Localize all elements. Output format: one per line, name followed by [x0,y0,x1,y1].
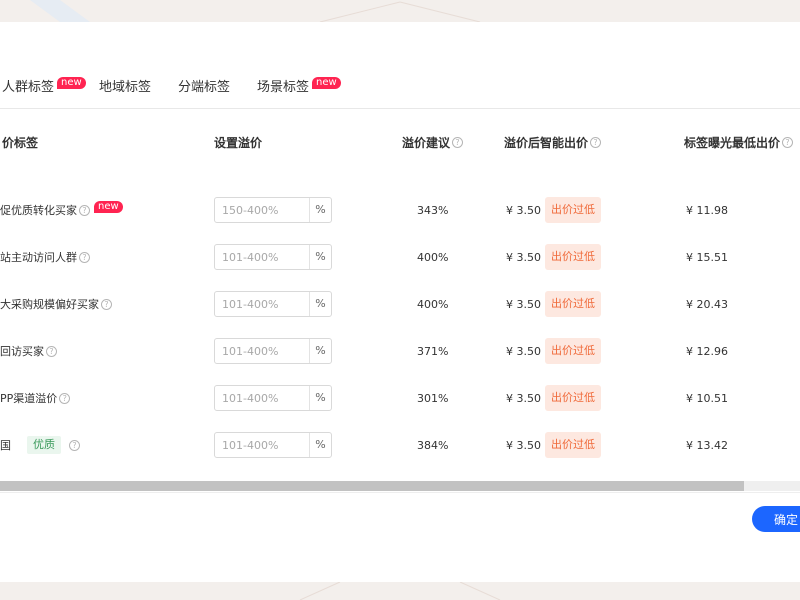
table-row: 回访买家?% 371% ¥ 3.50 出价过低 ¥ 12.96 [0,337,800,384]
tab-scene[interactable]: 场景标签 new [257,77,341,98]
header-tag-label: 价标签 [2,136,39,150]
premium-input-group: % [214,197,332,223]
smart-bid-value: ¥ 3.50 [506,250,541,264]
tag-name: 回访买家 [0,345,44,358]
header-premium: 设置溢价 [214,134,262,151]
percent-suffix: % [309,198,331,222]
percent-suffix: % [309,433,331,457]
tab-divider [0,108,800,109]
help-icon[interactable]: ? [782,137,794,148]
header-smart-bid-label: 溢价后智能出价 [504,136,589,150]
header-premium-label: 设置溢价 [214,136,263,150]
premium-input[interactable] [215,198,309,222]
suggest-value: 400% [417,250,449,264]
premium-input[interactable] [215,386,309,410]
table-row: 大采购规模偏好买家?% 400% ¥ 3.50 出价过低 ¥ 20.43 [0,290,800,337]
bid-too-low-badge: 出价过低 [545,291,601,317]
tag-cell: 回访买家? [0,337,57,365]
header-suggest: 溢价建议 ? [402,134,464,151]
tag-name: 大采购规模偏好买家 [0,298,99,311]
help-icon[interactable]: ? [79,251,90,263]
premium-input-group: % [214,291,332,317]
new-badge: new [94,201,123,213]
suggest-value: 301% [417,391,449,405]
bid-too-low-badge: 出价过低 [545,338,601,364]
min-bid-value: ¥ 12.96 [686,344,728,358]
tag-cell: 站主动访问人群? [0,243,90,271]
min-bid-value: ¥ 10.51 [686,391,728,405]
tag-name: 促优质转化买家 [0,204,77,217]
table-row: 促优质转化买家? new% 343% ¥ 3.50 出价过低 ¥ 11.98 [0,196,800,243]
tag-tabs: 人群标签 new 地域标签 分端标签 场景标签 new [0,77,800,108]
premium-input[interactable] [215,339,309,363]
bid-too-low-badge: 出价过低 [545,385,601,411]
premium-input-group: % [214,385,332,411]
horizontal-scrollbar[interactable] [0,481,800,491]
tag-cell: 促优质转化买家? new [0,196,123,224]
tab-label: 地域标签 [99,80,152,95]
tag-cell: 国 优质? [0,431,80,459]
header-smart-bid: 溢价后智能出价 ? [504,134,602,151]
tab-region[interactable]: 地域标签 [99,78,151,98]
quality-badge: 优质 [27,436,61,454]
premium-input[interactable] [215,433,309,457]
percent-suffix: % [309,292,331,316]
suggest-value: 384% [417,438,449,452]
header-suggest-label: 溢价建议 [402,136,451,150]
footer-divider [0,492,800,493]
suggest-value: 371% [417,344,449,358]
help-icon[interactable]: ? [79,204,90,216]
smart-bid-value: ¥ 3.50 [506,344,541,358]
suggest-value: 400% [417,297,449,311]
premium-input[interactable] [215,292,309,316]
smart-bid-value: ¥ 3.50 [506,203,541,217]
percent-suffix: % [309,386,331,410]
help-icon[interactable]: ? [590,137,602,148]
smart-bid-value: ¥ 3.50 [506,297,541,311]
header-min-bid: 标签曝光最低出价 ? [684,134,794,151]
tag-cell: PP渠道溢价? [0,384,71,412]
smart-bid-value: ¥ 3.50 [506,391,541,405]
scrollbar-thumb[interactable] [0,481,744,491]
help-icon[interactable]: ? [101,298,112,310]
min-bid-value: ¥ 11.98 [686,203,728,217]
help-icon[interactable]: ? [452,137,464,148]
min-bid-value: ¥ 20.43 [686,297,728,311]
bid-too-low-badge: 出价过低 [545,244,601,270]
premium-input-group: % [214,432,332,458]
tag-name: 站主动访问人群 [0,251,77,264]
tab-label: 分端标签 [178,80,231,95]
tag-name: 国 [0,439,11,452]
min-bid-value: ¥ 15.51 [686,250,728,264]
percent-suffix: % [309,339,331,363]
tab-label: 人群标签 [2,80,55,95]
table-row: 站主动访问人群?% 400% ¥ 3.50 出价过低 ¥ 15.51 [0,243,800,290]
bid-too-low-badge: 出价过低 [545,432,601,458]
premium-input[interactable] [215,245,309,269]
premium-input-group: % [214,244,332,270]
new-badge: new [57,77,86,89]
header-tag: 价标签 [2,134,38,151]
help-icon[interactable]: ? [46,345,57,357]
help-icon[interactable]: ? [59,392,71,404]
tab-label: 场景标签 [257,80,310,95]
tag-name: PP渠道溢价 [0,392,58,405]
confirm-button[interactable]: 确定 [752,506,800,532]
tag-cell: 大采购规模偏好买家? [0,290,112,318]
bid-too-low-badge: 出价过低 [545,197,601,223]
help-icon[interactable]: ? [69,439,80,451]
table-row: PP渠道溢价?% 301% ¥ 3.50 出价过低 ¥ 10.51 [0,384,800,431]
tab-crowd[interactable]: 人群标签 new [2,77,86,98]
suggest-value: 343% [417,203,449,217]
table-row: 国 优质?% 384% ¥ 3.50 出价过低 ¥ 13.42 [0,431,800,478]
tab-device[interactable]: 分端标签 [178,78,230,98]
header-min-bid-label: 标签曝光最低出价 [684,136,781,150]
min-bid-value: ¥ 13.42 [686,438,728,452]
smart-bid-value: ¥ 3.50 [506,438,541,452]
percent-suffix: % [309,245,331,269]
premium-input-group: % [214,338,332,364]
new-badge: new [312,77,341,89]
